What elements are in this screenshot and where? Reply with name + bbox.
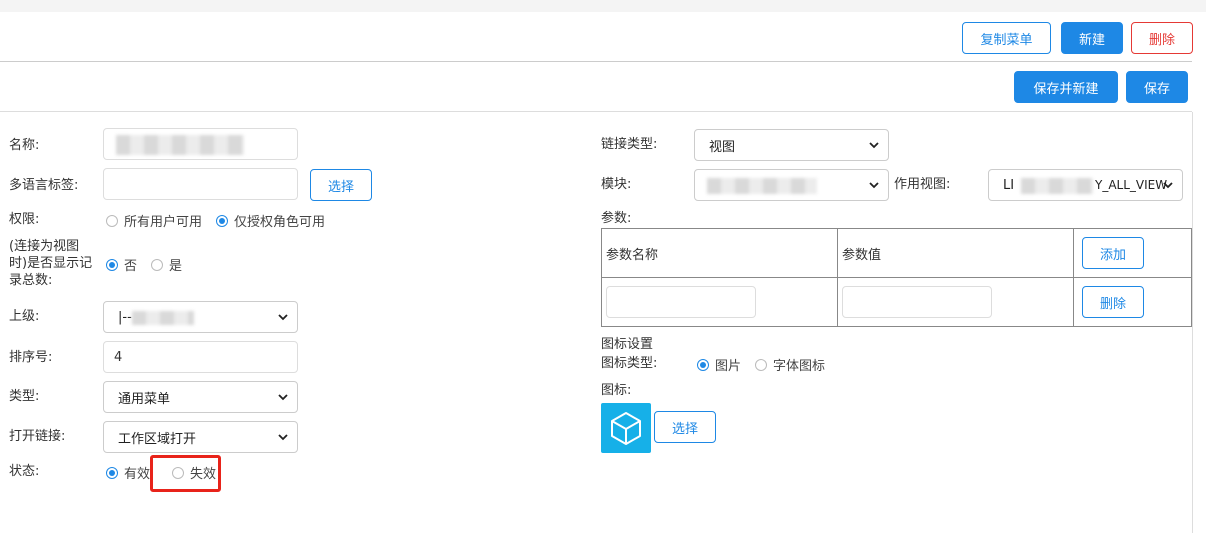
option-label: 图片 — [715, 359, 742, 374]
order-input[interactable]: 4 — [103, 341, 298, 373]
icon-select-button[interactable]: 选择 — [654, 411, 716, 443]
permission-radio-group: 所有用户可用 仅授权角色可用 — [106, 211, 339, 230]
label-line: (连接为视图 — [9, 239, 80, 254]
table-cell — [837, 277, 1074, 327]
table-cell: 添加 — [1073, 228, 1192, 278]
icon-label: 图标: — [601, 383, 632, 398]
select-value: Y_ALL_VIEW — [1095, 178, 1168, 192]
param-value-input[interactable] — [842, 286, 992, 318]
redacted-text — [1021, 178, 1093, 194]
open-link-label: 打开链接: — [9, 429, 66, 444]
open-link-select[interactable]: 工作区域打开 — [103, 421, 298, 453]
divider — [0, 61, 1192, 62]
order-label: 排序号: — [9, 350, 53, 365]
chevron-down-icon — [869, 142, 879, 149]
radio-unchecked-icon[interactable] — [755, 358, 768, 371]
redacted-text — [116, 135, 244, 155]
chevron-down-icon — [1163, 182, 1173, 189]
delete-param-button[interactable]: 删除 — [1082, 286, 1144, 318]
view-label: 作用视图: — [894, 177, 951, 192]
divider — [1192, 112, 1193, 533]
icon-settings-label: 图标设置 — [601, 337, 654, 352]
select-value: |-- — [118, 309, 132, 325]
name-label: 名称: — [9, 138, 40, 153]
delete-button[interactable]: 删除 — [1131, 22, 1193, 54]
type-select[interactable]: 通用菜单 — [103, 381, 298, 413]
view-select[interactable]: LI Y_ALL_VIEW — [988, 169, 1183, 201]
table-header-row: 参数名称 参数值 添加 — [601, 228, 1192, 278]
radio-checked-icon[interactable] — [216, 214, 229, 227]
copy-menu-button[interactable]: 复制菜单 — [962, 22, 1051, 54]
module-select[interactable] — [694, 169, 889, 201]
status-option-valid[interactable]: 有效 — [106, 463, 150, 482]
parent-label: 上级: — [9, 309, 40, 324]
top-band — [0, 0, 1206, 12]
radio-checked-icon[interactable] — [106, 466, 118, 479]
permission-label: 权限: — [9, 212, 40, 227]
option-label: 否 — [124, 259, 138, 274]
column-header: 参数值 — [837, 228, 1074, 278]
params-label: 参数: — [601, 211, 632, 226]
select-value: LI — [1003, 177, 1015, 193]
chevron-down-icon — [278, 314, 288, 321]
radio-unchecked-icon[interactable] — [151, 258, 164, 271]
param-name-input[interactable] — [606, 286, 756, 318]
chevron-down-icon — [278, 394, 288, 401]
new-button[interactable]: 新建 — [1061, 22, 1123, 54]
i18n-input[interactable] — [103, 168, 298, 200]
permission-option-authorized[interactable]: 仅授权角色可用 — [216, 211, 325, 230]
column-header: 参数名称 — [601, 228, 838, 278]
label-line: 录总数: — [9, 273, 53, 288]
add-param-button[interactable]: 添加 — [1082, 237, 1144, 269]
icon-type-option-font[interactable]: 字体图标 — [755, 355, 825, 374]
i18n-select-button[interactable]: 选择 — [310, 169, 372, 201]
show-count-radio-group: 否 是 — [106, 255, 196, 274]
show-count-label: (连接为视图 时)是否显示记 录总数: — [9, 238, 92, 289]
show-count-option-no[interactable]: 否 — [106, 255, 137, 274]
table-row: 删除 — [601, 277, 1192, 327]
option-label: 字体图标 — [773, 359, 826, 374]
save-and-new-button[interactable]: 保存并新建 — [1014, 71, 1118, 103]
radio-unchecked-icon[interactable] — [106, 214, 118, 227]
divider — [0, 111, 1192, 112]
status-label: 状态: — [9, 464, 40, 479]
save-button[interactable]: 保存 — [1126, 71, 1188, 103]
icon-type-option-image[interactable]: 图片 — [697, 355, 741, 374]
select-value: 视图 — [709, 139, 736, 155]
table-cell — [601, 277, 838, 327]
radio-checked-icon[interactable] — [106, 258, 118, 271]
link-type-select[interactable]: 视图 — [694, 129, 889, 161]
radio-checked-icon[interactable] — [697, 358, 709, 371]
table-cell: 删除 — [1073, 277, 1192, 327]
label-line: 时)是否显示记 — [9, 256, 93, 271]
show-count-option-yes[interactable]: 是 — [151, 255, 182, 274]
option-label: 是 — [169, 259, 183, 274]
chevron-down-icon — [278, 434, 288, 441]
input-value: 4 — [114, 349, 123, 365]
highlight-box — [150, 455, 221, 492]
permission-option-all[interactable]: 所有用户可用 — [106, 211, 202, 230]
icon-preview — [601, 403, 651, 453]
select-value: 通用菜单 — [118, 391, 171, 407]
link-type-label: 链接类型: — [601, 137, 658, 152]
chevron-down-icon — [869, 182, 879, 189]
option-label: 所有用户可用 — [124, 215, 203, 230]
select-value: 工作区域打开 — [118, 431, 197, 447]
params-table: 参数名称 参数值 添加 删除 — [601, 228, 1192, 327]
icon-type-radio-group: 图片 字体图标 — [697, 355, 839, 374]
redacted-text — [132, 311, 194, 325]
i18n-label: 多语言标签: — [9, 178, 79, 193]
module-label: 模块: — [601, 177, 632, 192]
redacted-text — [707, 178, 817, 194]
cube-icon — [611, 412, 641, 445]
option-label: 有效 — [124, 467, 151, 482]
option-label: 仅授权角色可用 — [234, 215, 326, 230]
name-input[interactable] — [103, 128, 298, 160]
parent-select[interactable]: |-- — [103, 301, 298, 333]
type-label: 类型: — [9, 389, 40, 404]
icon-type-label: 图标类型: — [601, 356, 658, 371]
